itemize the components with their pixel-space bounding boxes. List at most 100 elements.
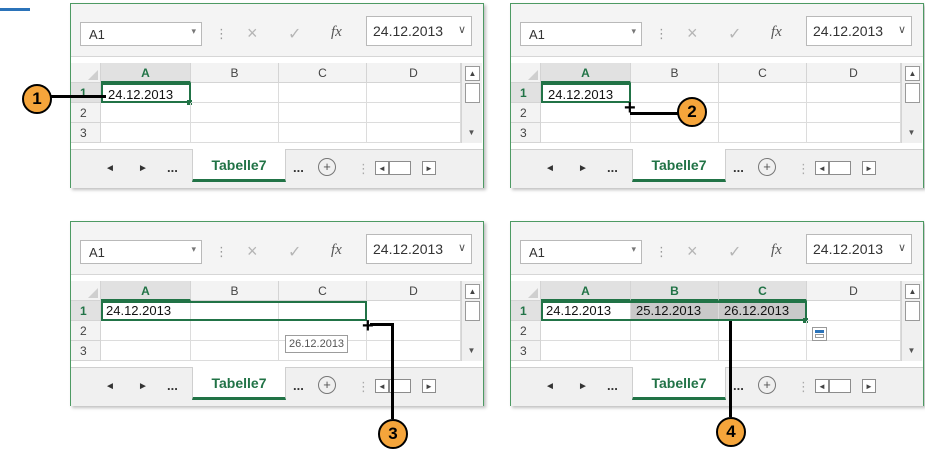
formula-input[interactable]: 24.12.2013 ∨ [366, 16, 472, 46]
cell-d2[interactable] [367, 103, 461, 123]
scroll-up-icon[interactable]: ▲ [465, 284, 480, 299]
plus-circle-icon[interactable]: + [758, 376, 776, 394]
column-header-a[interactable]: A [541, 281, 631, 301]
cell-b1[interactable] [631, 83, 719, 103]
cell-b1[interactable] [191, 83, 279, 103]
select-all-corner[interactable] [511, 63, 541, 83]
plus-circle-icon[interactable]: + [318, 376, 336, 394]
cancel-button[interactable]: × [247, 241, 258, 262]
scroll-down-icon[interactable]: ▼ [905, 126, 918, 139]
row-header-1[interactable]: 1 [511, 301, 541, 321]
tab-next-icon[interactable]: ► [138, 381, 148, 392]
scroll-up-icon[interactable]: ▲ [905, 284, 920, 299]
insert-function-button[interactable]: fx [771, 24, 782, 41]
column-header-b[interactable]: B [191, 63, 279, 83]
cell-a2[interactable] [101, 103, 191, 123]
row-header-1[interactable]: 1 [511, 83, 541, 103]
cell-b2[interactable] [191, 321, 279, 341]
enter-button[interactable]: ✓ [288, 24, 301, 44]
column-header-a[interactable]: A [101, 281, 191, 301]
name-box[interactable]: A1 ▾ [520, 22, 642, 46]
row-header-3[interactable]: 3 [511, 341, 541, 361]
enter-button[interactable]: ✓ [288, 242, 301, 262]
cell-c2[interactable] [719, 103, 807, 123]
vertical-scrollbar[interactable]: ▲ ▼ [901, 281, 922, 361]
vertical-scrollbar[interactable]: ▲ ▼ [461, 63, 482, 143]
cell-a3[interactable] [101, 123, 191, 143]
cell-d1[interactable] [367, 83, 461, 103]
hscroll-right-icon[interactable]: ► [862, 379, 876, 393]
enter-button[interactable]: ✓ [728, 24, 741, 44]
cell-a2[interactable] [541, 103, 631, 123]
row-header-2[interactable]: 2 [511, 103, 541, 123]
tab-overflow-right[interactable]: ... [293, 378, 304, 393]
cell-c2[interactable] [279, 103, 367, 123]
row-header-1[interactable]: 1 [71, 83, 101, 103]
hscroll-right-icon[interactable]: ► [862, 161, 876, 175]
insert-function-button[interactable]: fx [331, 242, 342, 259]
column-header-d[interactable]: D [367, 281, 461, 301]
select-all-corner[interactable] [511, 281, 541, 301]
cell-c2[interactable] [719, 321, 807, 341]
plus-circle-icon[interactable]: + [758, 158, 776, 176]
cell-c3[interactable] [719, 341, 807, 361]
tab-tabelle7[interactable]: Tabelle7 [632, 367, 726, 400]
insert-function-button[interactable]: fx [331, 24, 342, 41]
cell-a3[interactable] [101, 341, 191, 361]
cell-b3[interactable] [191, 123, 279, 143]
tab-tabelle7[interactable]: Tabelle7 [632, 149, 726, 182]
formula-input[interactable]: 24.12.2013 ∨ [806, 234, 912, 264]
cell-a3[interactable] [541, 341, 631, 361]
scroll-thumb[interactable] [905, 83, 920, 103]
cell-d1[interactable] [367, 301, 461, 321]
cell-a2[interactable] [541, 321, 631, 341]
scroll-down-icon[interactable]: ▼ [465, 344, 478, 357]
hscroll-thumb[interactable] [829, 161, 851, 175]
cell-c3[interactable] [719, 123, 807, 143]
name-box[interactable]: A1 ▾ [80, 22, 202, 46]
column-header-d[interactable]: D [807, 63, 901, 83]
column-header-b[interactable]: B [191, 281, 279, 301]
scroll-thumb[interactable] [465, 83, 480, 103]
tab-next-icon[interactable]: ► [578, 381, 588, 392]
tab-prev-icon[interactable]: ◄ [545, 381, 555, 392]
tab-overflow-left[interactable]: ... [607, 378, 618, 393]
select-all-corner[interactable] [71, 281, 101, 301]
tab-overflow-right[interactable]: ... [733, 378, 744, 393]
tab-overflow-right[interactable]: ... [293, 160, 304, 175]
tab-prev-icon[interactable]: ◄ [105, 163, 115, 174]
cell-b2[interactable] [631, 321, 719, 341]
cell-d1[interactable] [807, 83, 901, 103]
row-header-3[interactable]: 3 [71, 123, 101, 143]
scroll-up-icon[interactable]: ▲ [465, 66, 480, 81]
insert-function-button[interactable]: fx [771, 242, 782, 259]
row-header-2[interactable]: 2 [71, 103, 101, 123]
tab-prev-icon[interactable]: ◄ [545, 163, 555, 174]
column-header-d[interactable]: D [807, 281, 901, 301]
cell-d2[interactable] [807, 103, 901, 123]
row-header-3[interactable]: 3 [511, 123, 541, 143]
select-all-corner[interactable] [71, 63, 101, 83]
column-header-b[interactable]: B [631, 63, 719, 83]
cell-b3[interactable] [631, 341, 719, 361]
row-header-3[interactable]: 3 [71, 341, 101, 361]
hscroll-right-icon[interactable]: ► [422, 161, 436, 175]
scroll-up-icon[interactable]: ▲ [905, 66, 920, 81]
tab-overflow-left[interactable]: ... [607, 160, 618, 175]
formula-input[interactable]: 24.12.2013 ∨ [806, 16, 912, 46]
column-header-c[interactable]: C [719, 281, 807, 301]
cancel-button[interactable]: × [247, 23, 258, 44]
cell-d3[interactable] [367, 123, 461, 143]
cancel-button[interactable]: × [687, 241, 698, 262]
scroll-thumb[interactable] [465, 301, 480, 321]
cell-d3[interactable] [367, 341, 461, 361]
tab-overflow-left[interactable]: ... [167, 160, 178, 175]
enter-button[interactable]: ✓ [728, 242, 741, 262]
formula-input[interactable]: 24.12.2013 ∨ [366, 234, 472, 264]
cell-c1[interactable] [719, 83, 807, 103]
column-header-a[interactable]: A [101, 63, 191, 83]
autofill-options-icon[interactable] [812, 327, 827, 341]
scroll-thumb[interactable] [905, 301, 920, 321]
tab-next-icon[interactable]: ► [578, 163, 588, 174]
name-box[interactable]: A1 ▾ [520, 240, 642, 264]
